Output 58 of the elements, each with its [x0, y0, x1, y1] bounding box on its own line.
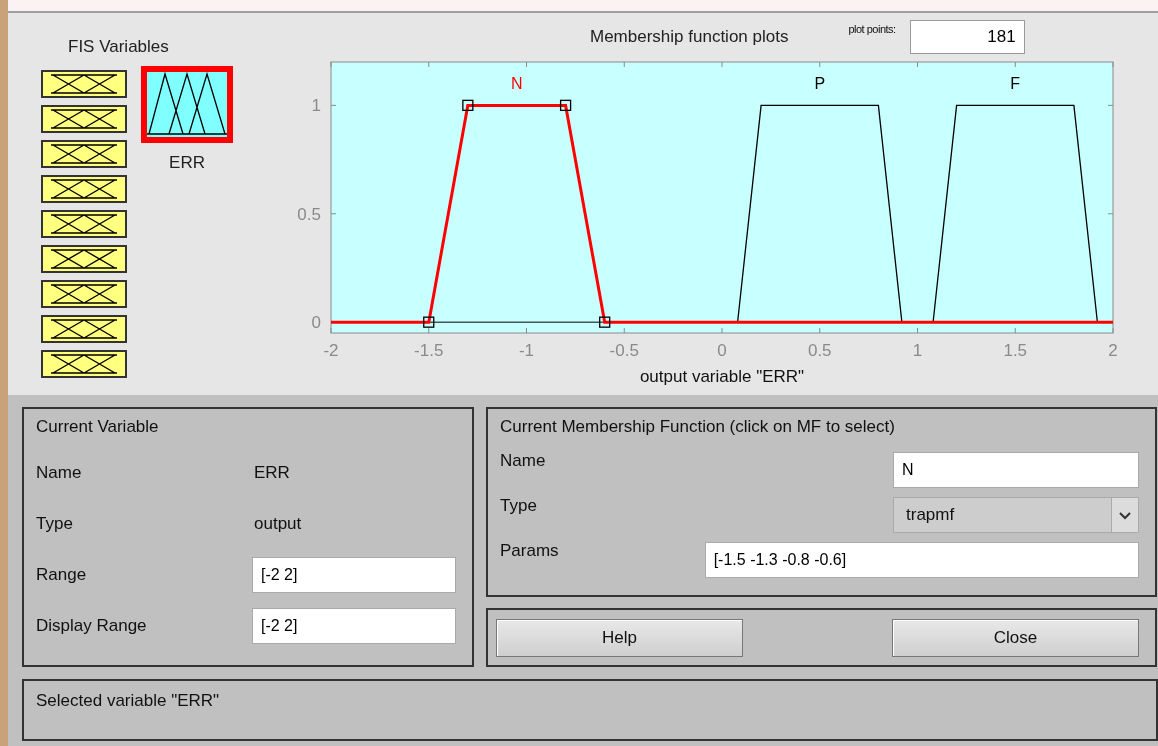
field-value: output [254, 513, 302, 534]
curve-label: N [510, 75, 523, 93]
input-variable-icon[interactable] [41, 175, 127, 203]
tick-label: 0 [311, 313, 321, 333]
tick-label: -2 [323, 341, 339, 360]
curve-handle[interactable] [462, 99, 474, 111]
field-label: Name [36, 462, 83, 483]
panel-title: Current Membership Function (click on MF to select) [500, 417, 896, 437]
curve-label: P [814, 75, 826, 93]
field-label: plot points: [848, 22, 896, 35]
input-variable-icon[interactable] [41, 350, 127, 378]
input-variable-icon[interactable] [41, 210, 127, 238]
curve-handle[interactable] [423, 316, 435, 328]
tick-label: 0.5 [297, 204, 321, 224]
curve-handle[interactable] [559, 99, 572, 111]
input-variable-icon[interactable] [41, 140, 127, 168]
field-value: ERR [254, 462, 290, 483]
axis-title: output variable "ERR" [639, 367, 805, 386]
output-variable-icon[interactable] [141, 66, 233, 143]
plot-points-field[interactable]: 181 [909, 19, 1025, 54]
status-text: Selected variable "ERR" [36, 691, 220, 710]
variable-label: ERR [169, 153, 205, 173]
membership-curve[interactable] [932, 104, 1099, 323]
tick-label: 1 [912, 341, 923, 360]
tick-label: -0.5 [609, 341, 639, 360]
curve-label: F [1010, 75, 1021, 93]
panel-title: Current Variable [36, 417, 160, 437]
membership-curve[interactable] [331, 103, 1113, 324]
dialog-button[interactable]: Close [892, 618, 1139, 657]
input-variable-icon[interactable] [41, 280, 127, 308]
input-variable-icon[interactable] [41, 315, 127, 343]
field-label: Type [36, 513, 74, 534]
section-title: FIS Variables [68, 37, 170, 57]
input-variable-icon[interactable] [41, 105, 127, 133]
membership-curve[interactable] [736, 104, 903, 323]
name-field[interactable]: N [893, 451, 1139, 488]
tick-label: -1.5 [414, 341, 444, 360]
field-label: Type [500, 496, 538, 516]
tick-label: 0.5 [807, 341, 832, 360]
params-field[interactable]: [-1.5 -1.3 -0.8 -0.6] [704, 541, 1139, 578]
range-field[interactable]: [-2 2] [252, 556, 456, 593]
tick-label: 1 [311, 96, 321, 116]
tick-label: 1.5 [1003, 341, 1028, 360]
display-range-field[interactable]: [-2 2] [252, 607, 456, 644]
dialog-button[interactable]: Help [496, 618, 743, 657]
tick-label: 0 [717, 341, 727, 360]
input-variable-icon[interactable] [41, 245, 127, 273]
caret-icon [1111, 497, 1138, 532]
curve-handle[interactable] [599, 316, 611, 328]
input-variable-icon[interactable] [41, 70, 127, 98]
field-label: Range [36, 564, 88, 585]
field-label: Display Range [36, 615, 148, 636]
field-label: Params [500, 541, 560, 561]
tick-label: -1 [518, 341, 535, 360]
field-label: Name [500, 451, 547, 471]
plot-title: Membership function plots [590, 26, 789, 47]
tick-label: 2 [1108, 341, 1118, 360]
type-dropdown[interactable]: trapmf [893, 496, 1139, 533]
